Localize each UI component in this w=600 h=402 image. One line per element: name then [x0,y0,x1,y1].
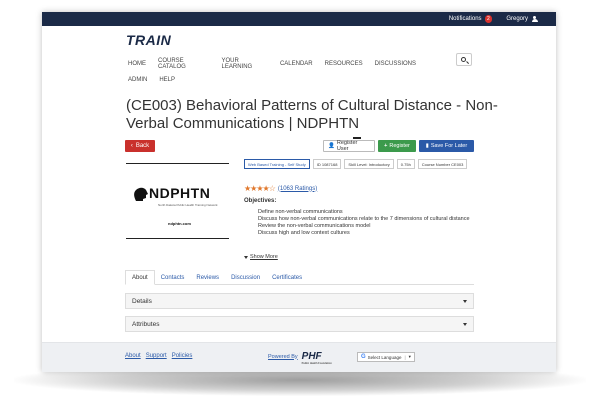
nav-item-course-catalog[interactable]: COURSE CATALOG [158,58,210,70]
tag-skill-level: Skill Level: Introductory [344,159,394,169]
chevron-left-icon: ‹ [130,143,133,149]
show-more-link[interactable]: Show More [244,254,278,260]
ndphtn-name: NDPHTN [149,185,211,201]
save-for-later-button[interactable]: ▮ Save For Later [419,140,474,152]
main-nav: HOME COURSE CATALOG YOUR LEARNING CALEND… [128,56,428,88]
nav-row-1: HOME COURSE CATALOG YOUR LEARNING CALEND… [128,56,428,72]
search-icon [461,56,466,62]
footer-link-about[interactable]: About [125,353,141,359]
language-select[interactable]: G Select Language | ▾ [357,352,415,362]
notifications-badge: 2 [484,15,493,23]
course-tags: Web Based Training - Self Study ID 10871… [244,159,484,172]
nav-item-calendar[interactable]: CALENDAR [280,61,313,67]
caret-down-icon: ▾ [408,354,411,359]
browser-frame: Notifications 2 Gregory TRAIN HOME COURS… [42,12,556,372]
footer-link-policies[interactable]: Policies [172,353,193,359]
tab-indicator [353,137,361,139]
nav-item-your-learning[interactable]: YOUR LEARNING [222,58,268,70]
user-icon [531,15,538,23]
ratings-link[interactable]: (1063 Ratings) [278,186,317,192]
footer-links: About Support Policies [125,353,197,359]
tab-reviews[interactable]: Reviews [190,270,225,285]
tag-hours: 0.75h [396,159,415,169]
show-more-label: Show More [250,254,278,260]
objectives-list: Define non-verbal communications Discuss… [252,209,482,254]
page-title: (CE003) Behavioral Patterns of Cultural … [126,97,498,132]
nav-row-2: ADMIN HELP [128,72,428,88]
language-label: Select Language [367,354,402,360]
phf-logo: PHF Public Health Foundation [301,351,332,365]
register-user-label: Register User [336,140,358,152]
footer-link-support[interactable]: Support [146,353,167,359]
tab-about[interactable]: About [125,270,155,285]
tab-discussion[interactable]: Discussion [225,270,266,285]
register-user-button[interactable]: 👤 Register User [323,140,375,152]
powered-by[interactable]: Powered By PHF Public Health Foundation [268,351,332,365]
google-icon: G [361,354,366,360]
ndphtn-subtitle: North Dakota Public Health Training Netw… [158,203,218,207]
tab-contacts[interactable]: Contacts [155,270,191,285]
back-label: Back [135,143,150,149]
list-item: Define non-verbal communications [258,209,482,216]
list-item: Review the non-verbal communications mod… [258,223,482,230]
tag-training-type: Web Based Training - Self Study [244,159,310,169]
user-plus-icon: 👤 [328,143,335,149]
user-name: Gregory [506,16,528,22]
nav-item-resources[interactable]: RESOURCES [325,61,363,67]
phf-logo-sub: Public Health Foundation [301,362,332,365]
tag-course-number: Course Number CE003 [417,159,468,169]
notifications-label: Notifications [448,16,482,22]
nav-item-admin[interactable]: ADMIN [128,77,147,83]
attributes-label: Attributes [132,320,160,328]
top-bar: Notifications 2 Gregory [42,12,556,26]
back-button[interactable]: ‹ Back [125,140,155,152]
save-later-label: Save For Later [430,143,468,149]
star-rating-icon: ★★★★☆ [244,184,276,193]
plus-icon: + [384,143,388,149]
search-button[interactable] [456,53,472,66]
notifications-link[interactable]: Notifications 2 [448,15,493,23]
register-label: Register [389,143,410,149]
course-rating: ★★★★☆ (1063 Ratings) [244,184,317,193]
phf-logo-text: PHF [301,351,322,362]
details-label: Details [132,297,152,305]
caret-down-icon [463,299,467,303]
ndphtn-url: ndphtn.com [168,221,191,226]
caret-down-icon [244,255,248,259]
register-button[interactable]: + Register [378,140,416,152]
page-footer: About Support Policies Powered By PHF Pu… [42,342,556,372]
powered-by-label: Powered By [268,353,298,360]
tab-certificates[interactable]: Certificates [266,270,308,285]
user-menu[interactable]: Gregory [506,15,538,23]
bookmark-icon: ▮ [425,143,429,149]
course-image: NDPHTN North Dakota Public Health Traini… [126,163,229,239]
caret-down-icon [463,322,467,326]
list-item: Discuss high and low context cultures [258,230,482,237]
language-separator: | [404,354,406,360]
list-item: Discuss how non-verbal communications re… [258,216,482,223]
attributes-accordion[interactable]: Attributes [125,316,474,332]
objectives-heading: Objectives: [244,198,277,204]
nav-item-discussions[interactable]: DISCUSSIONS [375,61,416,67]
tag-id: ID 1087168 [312,159,342,169]
nav-item-home[interactable]: HOME [128,61,146,67]
search-icon-handle [465,60,470,64]
nav-item-help[interactable]: HELP [159,77,175,83]
details-accordion[interactable]: Details [125,293,474,309]
course-tabs: About Contacts Reviews Discussion Certif… [125,270,474,285]
train-logo[interactable]: TRAIN [126,32,171,48]
action-buttons: 👤 Register User + Register ▮ Save For La… [320,140,474,152]
